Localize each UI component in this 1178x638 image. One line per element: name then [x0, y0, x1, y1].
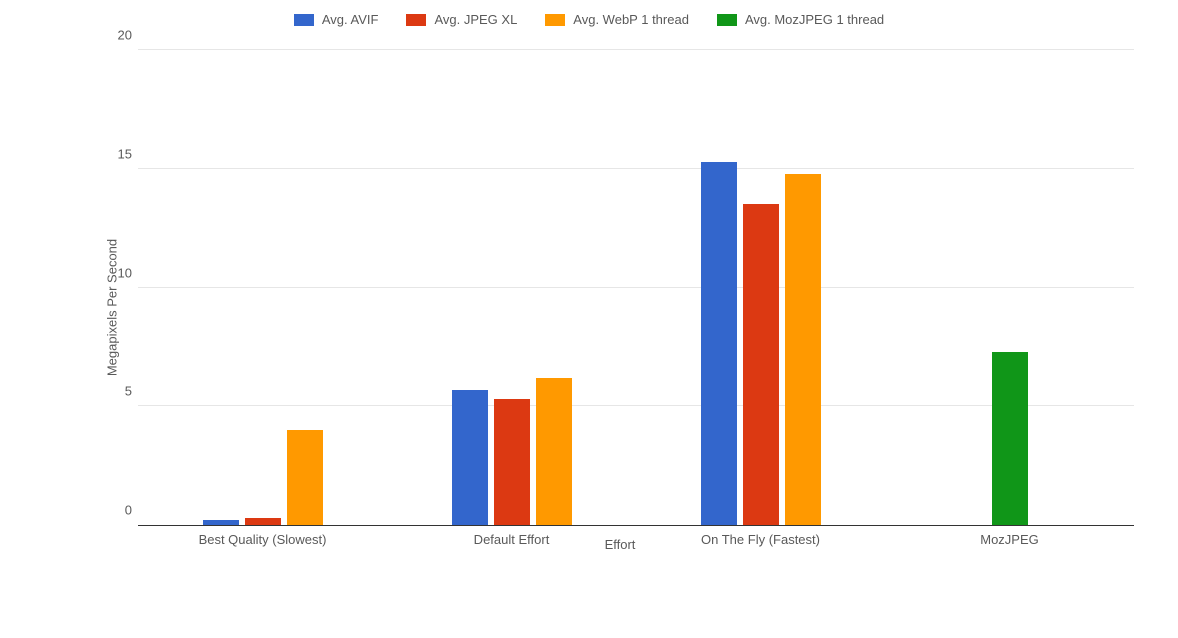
gridline	[138, 168, 1134, 169]
legend-item: Avg. MozJPEG 1 thread	[717, 12, 884, 27]
legend-item: Avg. JPEG XL	[406, 12, 517, 27]
y-tick-label: 20	[106, 28, 132, 43]
chart-container: Avg. AVIF Avg. JPEG XL Avg. WebP 1 threa…	[10, 10, 1168, 628]
legend-label: Avg. MozJPEG 1 thread	[745, 12, 884, 27]
x-tick-label: On The Fly (Fastest)	[701, 532, 820, 547]
x-tick-label: Default Effort	[474, 532, 550, 547]
bar	[785, 174, 821, 526]
y-tick-label: 15	[106, 146, 132, 161]
gridline	[138, 405, 1134, 406]
gridline	[138, 287, 1134, 288]
plot-area: Megapixels Per Second 05101520Best Quali…	[100, 44, 1140, 556]
x-tick-label: Best Quality (Slowest)	[199, 532, 327, 547]
y-axis-label: Megapixels Per Second	[105, 239, 120, 376]
bar	[203, 520, 239, 525]
legend-item: Avg. AVIF	[294, 12, 379, 27]
y-tick-label: 0	[106, 503, 132, 518]
bar	[992, 352, 1028, 525]
x-tick-label: MozJPEG	[980, 532, 1039, 547]
y-tick-label: 5	[106, 384, 132, 399]
legend-swatch	[545, 14, 565, 26]
bar	[536, 378, 572, 525]
bar	[701, 162, 737, 525]
bar	[743, 204, 779, 525]
bar	[287, 430, 323, 525]
plot-inner: 05101520Best Quality (Slowest)Default Ef…	[138, 50, 1134, 526]
bar	[452, 390, 488, 525]
legend-label: Avg. WebP 1 thread	[573, 12, 689, 27]
legend-swatch	[294, 14, 314, 26]
legend-label: Avg. JPEG XL	[434, 12, 517, 27]
y-tick-label: 10	[106, 265, 132, 280]
legend-swatch	[406, 14, 426, 26]
bar	[245, 518, 281, 525]
gridline	[138, 49, 1134, 50]
bar	[494, 399, 530, 525]
legend-item: Avg. WebP 1 thread	[545, 12, 689, 27]
legend: Avg. AVIF Avg. JPEG XL Avg. WebP 1 threa…	[10, 10, 1168, 33]
legend-swatch	[717, 14, 737, 26]
x-axis-label: Effort	[605, 537, 636, 552]
legend-label: Avg. AVIF	[322, 12, 379, 27]
